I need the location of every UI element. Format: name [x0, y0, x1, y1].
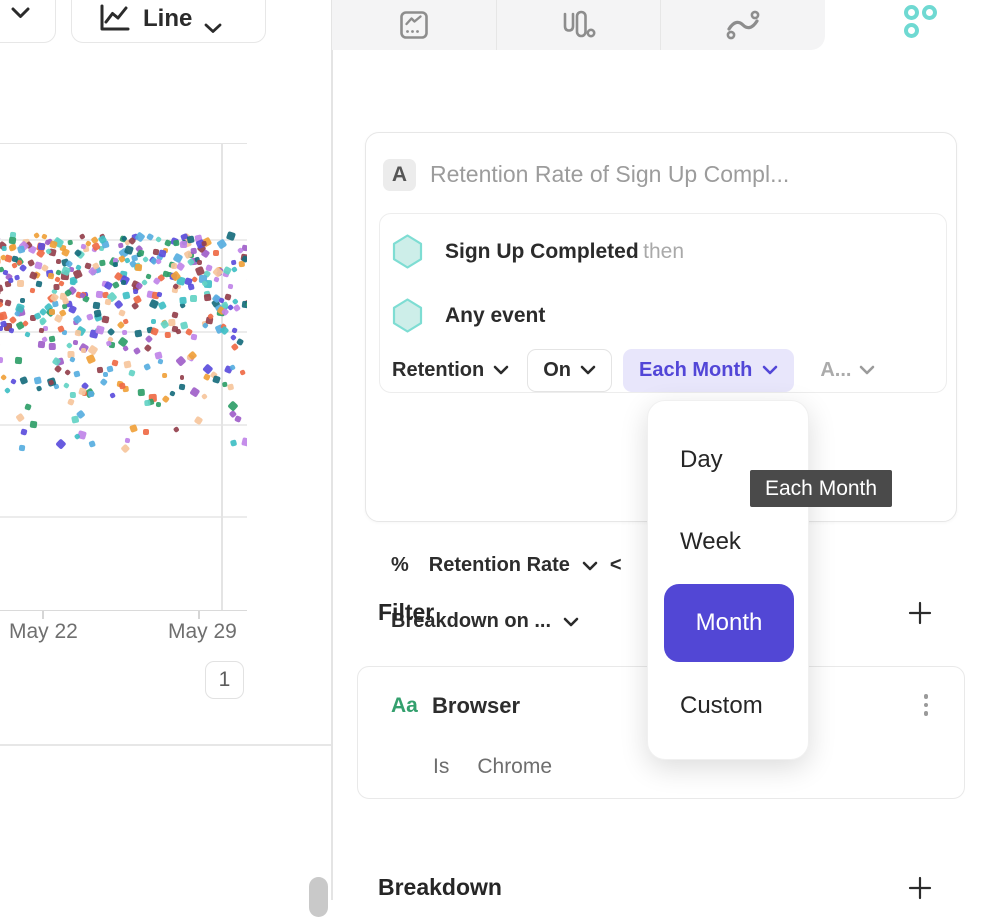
event-row-first[interactable]: Sign Up Completed then	[392, 234, 684, 269]
bar-chart-icon	[562, 9, 596, 41]
gridline	[0, 516, 247, 518]
tab-insights[interactable]	[332, 0, 496, 50]
dropdown-item-week[interactable]: Week	[680, 521, 741, 563]
chevron-down-icon	[582, 561, 598, 571]
add-filter-button[interactable]	[906, 599, 934, 627]
event-row-return[interactable]: Any event	[392, 298, 545, 333]
on-dropdown-button[interactable]: On	[527, 349, 612, 392]
line-chart-icon	[98, 3, 131, 34]
filter-heading: Filter	[378, 599, 434, 626]
query-title[interactable]: Retention Rate of Sign Up Compl...	[430, 161, 789, 188]
chevron-down-icon	[563, 617, 579, 627]
chevron-down-icon	[493, 365, 509, 375]
chart-type-line-button[interactable]: Line	[71, 0, 266, 43]
metric-row[interactable]: % Retention Rate <	[391, 554, 622, 577]
filter-value[interactable]: Chrome	[477, 755, 552, 779]
interval-label: Each Month	[639, 359, 752, 382]
x-axis-tick	[198, 611, 200, 619]
breakdown-heading: Breakdown	[378, 874, 502, 901]
flow-chart-icon	[725, 9, 761, 41]
scrollbar-thumb[interactable]	[309, 877, 328, 917]
interval-dropdown-menu: Day Week Month Custom	[647, 400, 809, 760]
truncated-dropdown[interactable]: A...	[820, 359, 875, 382]
filter-operator[interactable]: Is	[433, 755, 449, 779]
chevron-down-icon	[859, 365, 875, 375]
chart-type-label: Line	[143, 5, 192, 34]
event-name: Sign Up Completed	[445, 240, 639, 263]
metrics-dots-icon	[904, 5, 938, 39]
page-number-badge[interactable]: 1	[205, 661, 244, 699]
chevron-down-icon	[762, 365, 778, 375]
gridline	[221, 144, 223, 610]
dropdown-item-custom[interactable]: Custom	[680, 685, 763, 727]
retention-scatter-chart	[0, 143, 247, 611]
panel-divider	[331, 0, 333, 900]
x-axis-label: May 29	[168, 620, 237, 644]
tab-metrics-active[interactable]	[860, 0, 982, 50]
x-axis-tick	[42, 611, 44, 619]
query-step-badge: A	[383, 159, 416, 191]
event-hexagon-icon	[392, 234, 423, 269]
insights-chart-icon	[399, 10, 429, 40]
divider	[0, 744, 331, 746]
chevron-down-icon	[580, 365, 596, 375]
tooltip-text: Each Month	[765, 477, 877, 501]
interval-tooltip: Each Month	[750, 470, 892, 507]
add-breakdown-button[interactable]	[906, 874, 934, 902]
event-name: Any event	[445, 304, 545, 328]
plus-icon	[907, 600, 933, 626]
event-selection-card: Sign Up Completed then Any event Retenti…	[379, 213, 947, 393]
text-property-icon: Aa	[391, 694, 418, 718]
plus-icon	[907, 875, 933, 901]
dropdown-item-day[interactable]: Day	[680, 439, 723, 481]
retention-type-dropdown[interactable]: Retention	[392, 359, 509, 382]
event-hexagon-icon	[392, 298, 423, 333]
event-suffix: then	[643, 240, 684, 263]
percent-icon: %	[391, 554, 409, 577]
on-label: On	[543, 359, 571, 382]
collapsed-dropdown-button[interactable]	[0, 0, 56, 43]
kebab-menu-icon[interactable]	[920, 694, 932, 716]
dropdown-item-month[interactable]: Month	[664, 584, 794, 662]
tab-flow[interactable]	[660, 0, 825, 50]
x-axis-label: May 22	[9, 620, 78, 644]
metric-suffix: <	[610, 554, 622, 577]
filter-condition[interactable]: Is Chrome	[433, 755, 552, 779]
metric-label: Retention Rate	[429, 554, 570, 577]
chevron-down-icon	[11, 7, 30, 19]
filter-property-name[interactable]: Browser	[432, 693, 520, 719]
interval-dropdown-button[interactable]: Each Month	[623, 349, 794, 392]
chart-type-tabbar	[332, 0, 825, 50]
retention-type-label: Retention	[392, 359, 484, 382]
tab-bar-chart[interactable]	[496, 0, 661, 50]
truncated-label: A...	[820, 359, 851, 382]
retention-controls-row: Retention On Each Month A...	[392, 348, 875, 392]
chevron-down-icon	[204, 23, 222, 34]
